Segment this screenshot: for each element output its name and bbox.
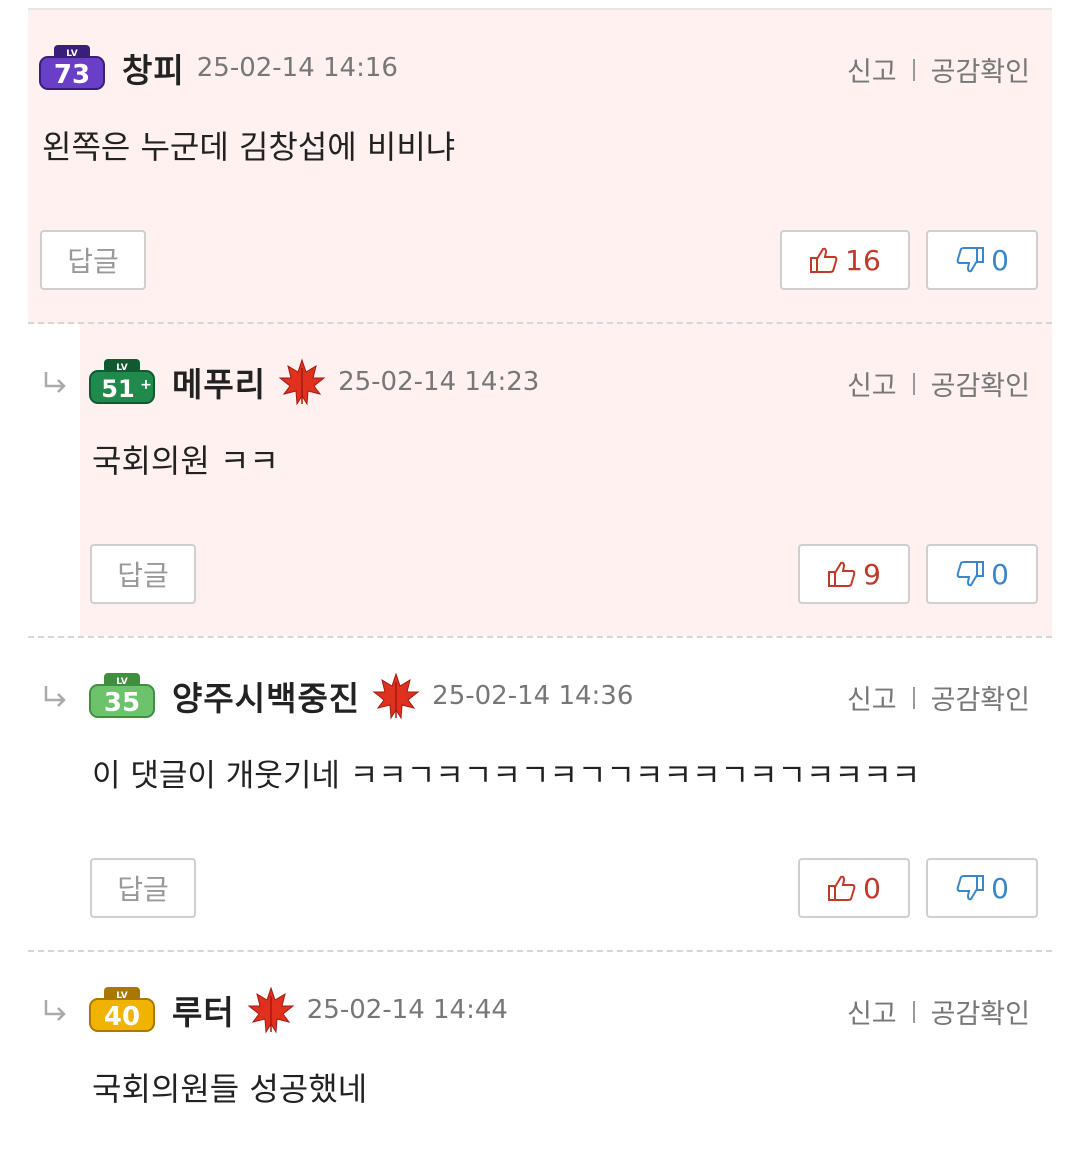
empathy-check-link[interactable]: 공감확인 bbox=[931, 364, 1030, 403]
empathy-check-link[interactable]: 공감확인 bbox=[931, 50, 1030, 89]
thumbs-down-icon bbox=[956, 247, 985, 273]
reply-arrow-icon bbox=[44, 1000, 66, 1021]
reply-button[interactable]: 답글 bbox=[90, 544, 196, 604]
reply-button[interactable]: 답글 bbox=[40, 230, 146, 290]
like-button[interactable]: 0 bbox=[798, 858, 910, 918]
reply-arrow-icon bbox=[44, 686, 66, 707]
level-badge: LV 73 bbox=[38, 45, 106, 91]
dislike-button[interactable]: 0 bbox=[926, 230, 1038, 290]
level-badge: LV 51 + bbox=[88, 359, 156, 405]
nickname[interactable]: 루터 bbox=[172, 986, 235, 1034]
maple-leaf-icon bbox=[278, 358, 326, 406]
level-number: 40 bbox=[104, 1002, 140, 1032]
dislike-button[interactable]: 0 bbox=[926, 544, 1038, 604]
maple-leaf-icon bbox=[372, 672, 420, 720]
like-button[interactable]: 16 bbox=[780, 230, 910, 290]
comment-text: 국회의원들 성공했네 bbox=[92, 1070, 368, 1108]
report-link[interactable]: 신고 bbox=[847, 678, 897, 717]
comment-text: 이 댓글이 개웃기네 ㅋㅋㄱㅋㄱㅋㄱㅋㄱㄱㅋㅋㅋㄱㅋㄱㅋㅋㅋㅋ bbox=[92, 758, 921, 794]
like-count: 16 bbox=[845, 243, 881, 277]
nickname[interactable]: 메푸리 bbox=[172, 358, 266, 406]
svg-text:+: + bbox=[140, 377, 152, 393]
reply-arrow-icon bbox=[44, 372, 66, 393]
empathy-check-link[interactable]: 공감확인 bbox=[931, 992, 1030, 1031]
nickname[interactable]: 양주시백중진 bbox=[172, 672, 360, 720]
nickname[interactable]: 창피 bbox=[122, 44, 185, 92]
divider bbox=[912, 58, 915, 81]
thumbs-up-icon bbox=[828, 561, 856, 587]
comment-date: 25-02-14 14:23 bbox=[338, 367, 540, 397]
maple-leaf-icon bbox=[247, 986, 295, 1034]
dislike-count: 0 bbox=[991, 557, 1009, 591]
comment-text: 국회의원 ㅋㅋ bbox=[92, 442, 279, 480]
report-link[interactable]: 신고 bbox=[847, 50, 897, 89]
comment-text: 왼쪽은 누군데 김창섭에 비비냐 bbox=[42, 128, 456, 166]
like-button[interactable]: 9 bbox=[798, 544, 910, 604]
thumbs-down-icon bbox=[956, 875, 985, 901]
comment-item: LV 35 양주시백중진 25-02-14 14:36 신고 공감확인 이 댓글… bbox=[28, 638, 1052, 952]
like-count: 0 bbox=[863, 871, 881, 905]
divider bbox=[912, 372, 915, 395]
level-number: 73 bbox=[54, 60, 90, 90]
report-link[interactable]: 신고 bbox=[847, 992, 897, 1031]
dislike-count: 0 bbox=[991, 243, 1009, 277]
divider bbox=[912, 686, 915, 709]
like-count: 9 bbox=[863, 557, 881, 591]
thumbs-down-icon bbox=[956, 561, 985, 587]
comment-item: LV 40 루터 25-02-14 14:44 신고 공감확인 국회의원들 성공… bbox=[28, 952, 1052, 1149]
thumbs-up-icon bbox=[810, 247, 838, 273]
level-badge: LV 40 bbox=[88, 987, 156, 1033]
divider bbox=[912, 1000, 915, 1023]
comment-date: 25-02-14 14:44 bbox=[306, 995, 508, 1025]
level-number: 51 bbox=[101, 375, 134, 403]
comment-date: 25-02-14 14:36 bbox=[432, 681, 634, 711]
report-link[interactable]: 신고 bbox=[847, 364, 897, 403]
empathy-check-link[interactable]: 공감확인 bbox=[931, 678, 1030, 717]
dislike-count: 0 bbox=[991, 871, 1009, 905]
comment-item: LV 73 창피 25-02-14 14:16 신고 공감확인 왼쪽은 누군데 … bbox=[28, 10, 1052, 324]
level-number: 35 bbox=[104, 688, 140, 718]
level-badge: LV 35 bbox=[88, 673, 156, 719]
comment-item: LV 51 + 메푸리 25-02-14 14:23 신고 공감확인 국회의원 … bbox=[28, 324, 1052, 638]
reply-button[interactable]: 답글 bbox=[90, 858, 196, 918]
dislike-button[interactable]: 0 bbox=[926, 858, 1038, 918]
thumbs-up-icon bbox=[828, 875, 856, 901]
comment-date: 25-02-14 14:16 bbox=[196, 53, 398, 83]
